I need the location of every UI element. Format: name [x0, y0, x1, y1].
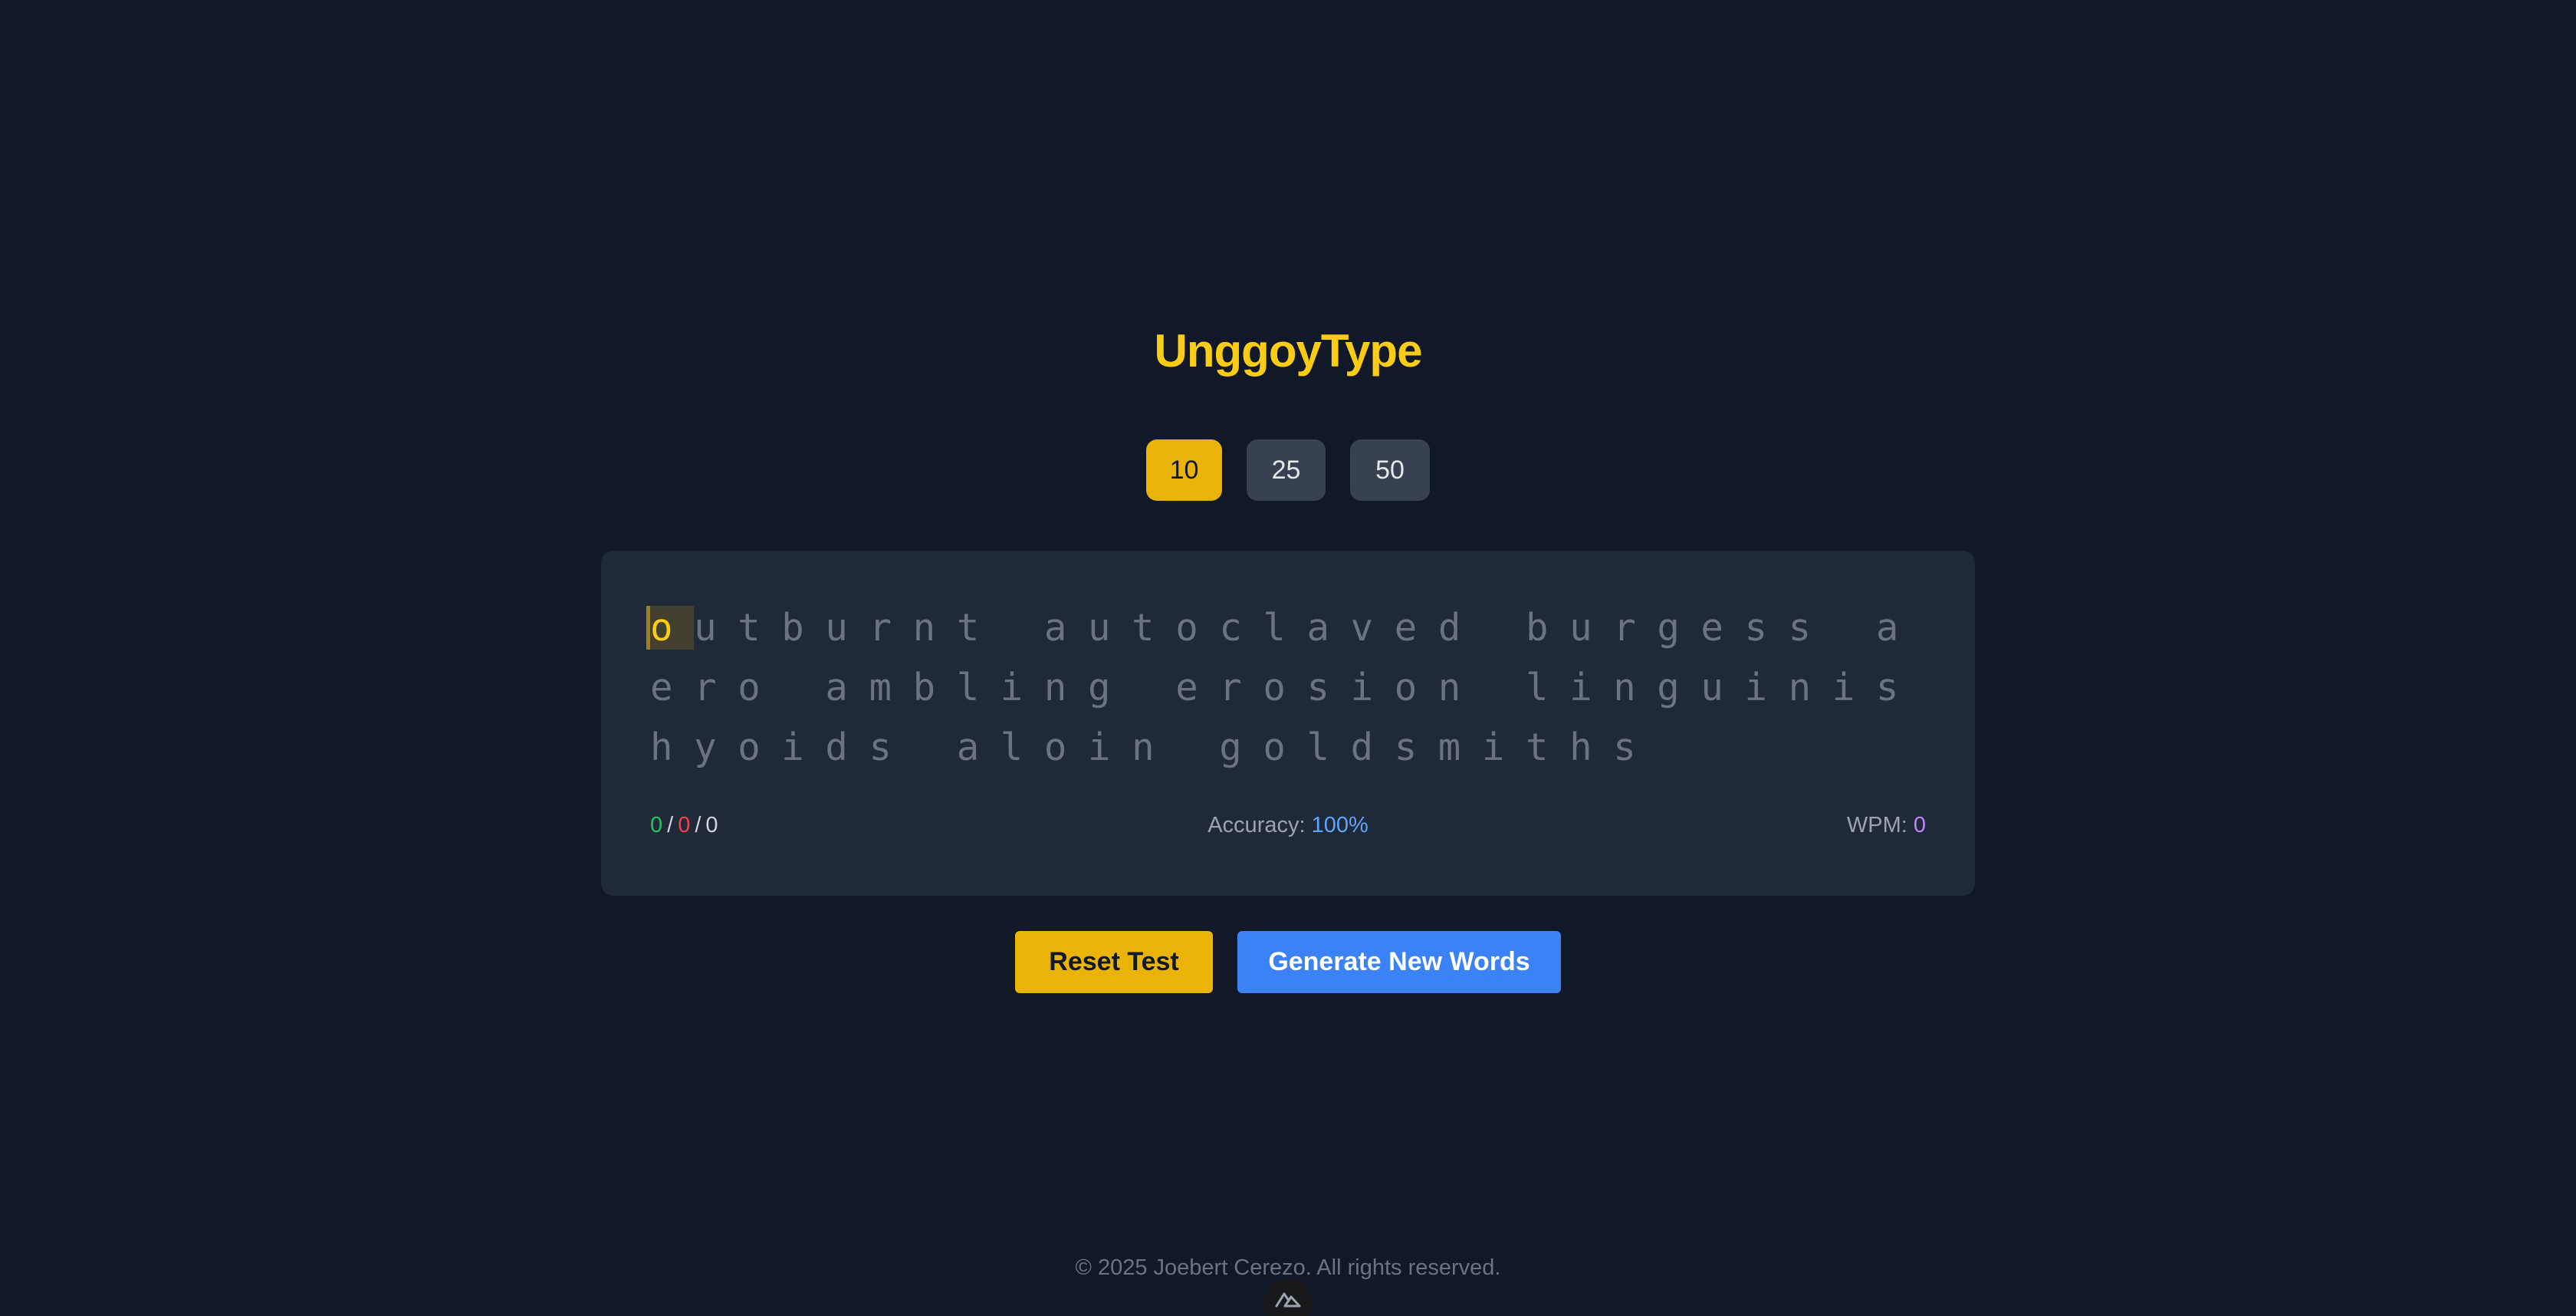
typing-test-card[interactable]: outburnt autoclaved burgess aero ambling…: [601, 551, 1975, 896]
accuracy-stat: Accuracy: 100%: [650, 813, 1926, 838]
word-count-selector: 10 25 50: [0, 439, 2576, 501]
stats-bar: 0/0/0 Accuracy: 100% WPM: 0: [650, 813, 1926, 851]
word-count-10-button[interactable]: 10: [1146, 439, 1222, 501]
app-root: UnggoyType 10 25 50 outburnt autoclaved …: [0, 0, 2576, 1316]
app-title: UnggoyType: [1154, 325, 1423, 377]
typing-text[interactable]: outburnt autoclaved burgess aero ambling…: [646, 598, 1930, 778]
action-buttons: Reset Test Generate New Words: [0, 931, 2576, 993]
devtools-badge[interactable]: [1263, 1279, 1313, 1316]
reset-test-button[interactable]: Reset Test: [1015, 931, 1213, 993]
footer-copyright: © 2025 Joebert Cerezo. All rights reserv…: [1075, 1255, 1501, 1280]
wpm-label: WPM:: [1846, 813, 1907, 837]
remaining-text: utburnt autoclaved burgess aero ambling …: [650, 606, 1964, 769]
word-count-50-button[interactable]: 50: [1350, 439, 1430, 501]
current-character: o: [646, 606, 695, 650]
wpm-stat: WPM: 0: [1847, 813, 1926, 838]
wpm-value: 0: [1913, 813, 1926, 837]
nuxt-logo-icon: [1275, 1292, 1301, 1308]
word-count-25-button[interactable]: 25: [1247, 439, 1326, 501]
accuracy-value: 100%: [1311, 813, 1368, 837]
generate-new-words-button[interactable]: Generate New Words: [1237, 931, 1561, 993]
accuracy-label: Accuracy:: [1208, 813, 1306, 837]
